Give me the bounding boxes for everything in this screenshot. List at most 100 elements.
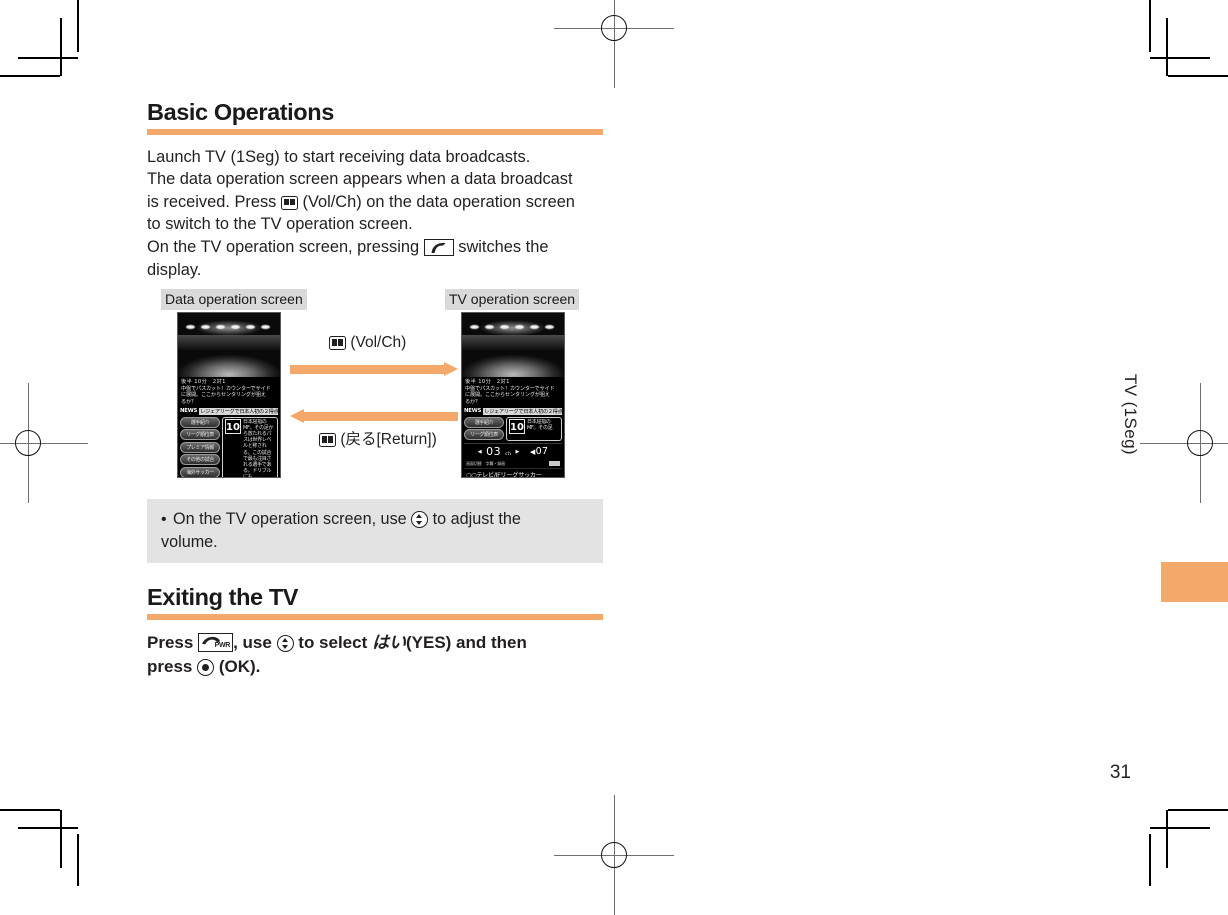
power-key-icon: PWR — [198, 632, 234, 652]
menu-item[interactable]: 選手紹介 — [180, 416, 220, 428]
status-icons-text: 画面切替 字幕・録画 — [466, 460, 505, 466]
headline-line-1: 後半 10分 2対1 — [465, 379, 510, 386]
headline-line-1: 後半 10分 2対1 — [181, 379, 226, 386]
news-ticker-bar: NEWS レジェアリーグで日本人初の２得点 — [462, 406, 564, 416]
status-icon-bar: 画面切替 字幕・録画 — [464, 460, 562, 468]
crop-mark-tr-h2 — [1150, 57, 1210, 59]
jersey-number: 10 — [225, 418, 241, 434]
section-heading-exiting-tv: Exiting the TV — [147, 584, 299, 611]
arrow-forward — [290, 362, 458, 377]
crop-mark-bl-v — [77, 834, 79, 886]
paragraph-line-6: On the TV operation screen, pressing — [147, 238, 420, 257]
arrow-back — [290, 409, 458, 424]
registration-mark-left — [0, 383, 88, 503]
crop-mark-bl-h2 — [18, 827, 78, 829]
menu-item[interactable]: 選手紹介 — [464, 416, 504, 428]
comma-use-label: , use — [233, 632, 272, 652]
note-bullet: • — [161, 511, 167, 529]
yes-english-label: (YES) and then — [406, 632, 527, 652]
article-text: 日本屈指のMF。その足 — [527, 418, 553, 431]
ok-label: (OK). — [218, 657, 261, 677]
headline-line-4: るか？ — [465, 399, 480, 406]
menu-item[interactable]: プレミア情報 — [180, 441, 220, 453]
player-article: 10 日本屈指のMF。その足から放たれるパスは世界レベルと称される。この試合で最… — [222, 416, 278, 479]
arrow-forward-label: (Vol/Ch) — [350, 334, 407, 352]
crop-mark-bl-h — [0, 809, 60, 811]
nav-updown-key-icon — [411, 511, 429, 529]
channel-indicator: ◀ 03 ch ▶ — [477, 445, 520, 459]
player-article: 10 日本屈指のMF。その足 — [506, 416, 562, 441]
side-section-label: TV (1Seg) — [1121, 373, 1140, 455]
crop-mark-tr-v — [1149, 0, 1151, 52]
paragraph-line-5: to switch to the TV operation screen. — [147, 215, 413, 234]
data-menu-list: 選手紹介 リーグ順位表 プレミア情報 その他の試合 海外サッカー JFクイズ — [180, 416, 220, 478]
program-title: ○○テレビ/JFリーグサッカー — [464, 467, 562, 477]
channel-value: 03 — [486, 445, 502, 459]
note-box: • On the TV operation screen, use to adju… — [147, 499, 603, 564]
registration-mark-bottom — [554, 795, 674, 915]
jersey-number: 10 — [509, 418, 525, 434]
power-key-text: PWR — [214, 642, 231, 650]
news-tag: NEWS — [464, 408, 482, 415]
data-screen-label: Data operation screen — [161, 289, 307, 311]
volch-key-icon — [280, 195, 298, 210]
crop-mark-tl-v2 — [60, 18, 62, 76]
crop-mark-br-h2 — [1150, 827, 1210, 829]
page-content: Basic Operations Launch TV (1Seg) to sta… — [147, 100, 603, 680]
tv-menu-list: 選手紹介 リーグ順位表 — [464, 416, 504, 441]
battery-icon — [549, 460, 560, 467]
stadium-photo — [462, 313, 564, 378]
crop-mark-tl-h2 — [18, 57, 78, 59]
nav-updown-key-icon — [276, 634, 294, 652]
screen-headline: 後半 10分 2対1 中盤でパスカット！カウンターでサイド に展開。ここからセン… — [462, 377, 564, 406]
arrow-back-caption: (戻る[Return]) — [319, 430, 437, 450]
tv-screen-label: TV operation screen — [445, 289, 580, 311]
crop-mark-bl-v2 — [60, 810, 62, 868]
page-number: 31 — [1109, 762, 1131, 783]
menu-item[interactable]: その他の試合 — [180, 454, 220, 466]
menu-item[interactable]: リーグ順位表 — [180, 429, 220, 441]
screen-headline: 後半 10分 2対1 中盤でパスカット！カウンターでサイド に展開。ここからセン… — [178, 377, 280, 406]
data-operation-screen: 後半 10分 2対1 中盤でパスカット！カウンターでサイド に展開。ここからセン… — [177, 312, 281, 479]
registration-mark-right — [1140, 383, 1228, 503]
crop-mark-br-v — [1149, 834, 1151, 886]
call-key-icon — [423, 239, 454, 257]
data-screen-lower: 選手紹介 リーグ順位表 プレミア情報 その他の試合 海外サッカー JFクイズ 1… — [178, 416, 280, 479]
heading-rule — [147, 613, 603, 620]
crop-mark-br-h — [1168, 809, 1228, 811]
yes-japanese-label: はい — [372, 632, 406, 653]
section-tab — [1161, 562, 1228, 602]
news-tag: NEWS — [180, 408, 198, 415]
heading-rule — [147, 128, 603, 135]
news-ticker-text: レジェアリーグで日本人初の２得点 — [483, 407, 562, 415]
note-text-line2: volume. — [161, 533, 218, 552]
volume-indicator: ◀07 — [529, 446, 549, 458]
operation-screens-diagram: Data operation screen TV operation scree… — [147, 289, 603, 489]
article-text: 日本屈指のMF。その足から放たれるパスは世界レベルと称される。この試合で最も注目… — [243, 418, 274, 479]
menu-item[interactable]: 海外サッカー — [180, 466, 220, 478]
volume-value: 07 — [535, 446, 549, 458]
crop-mark-br-v2 — [1166, 810, 1168, 868]
tv-operation-screen: 後半 10分 2対1 中盤でパスカット！カウンターでサイド に展開。ここからセン… — [461, 312, 565, 479]
news-ticker-bar: NEWS レジェアリーグで日本人初の２得点 — [178, 406, 280, 416]
paragraph-line-8: display. — [147, 260, 202, 279]
menu-item[interactable]: リーグ順位表 — [464, 429, 504, 441]
paragraph-line-3: is received. Press — [147, 192, 277, 211]
press-label: Press — [147, 632, 194, 652]
paragraph-line-7: switches the — [458, 238, 549, 257]
section-heading-basic-operations: Basic Operations — [147, 99, 334, 125]
crop-mark-tr-h — [1168, 75, 1228, 77]
note-text-after: to adjust the — [432, 510, 521, 529]
ok-key-icon — [197, 659, 215, 677]
registration-mark-top — [554, 0, 674, 88]
arrow-back-label: (戻る[Return]) — [340, 431, 437, 449]
arrow-forward-caption: (Vol/Ch) — [329, 333, 406, 353]
volch-key-icon — [329, 336, 346, 351]
paragraph-line-2: The data operation screen appears when a… — [147, 170, 573, 189]
crop-mark-tl-h — [0, 75, 60, 77]
channel-unit: ch — [505, 452, 512, 458]
crop-mark-tl-v — [77, 0, 79, 52]
news-ticker-text: レジェアリーグで日本人初の２得点 — [199, 407, 278, 415]
paragraph-line-4: (Vol/Ch) on the data operation screen — [302, 192, 575, 211]
tv-screen-lower: 選手紹介 リーグ順位表 10 日本屈指のMF。その足 ◀ 03 ch ▶ ◀07… — [462, 416, 564, 477]
